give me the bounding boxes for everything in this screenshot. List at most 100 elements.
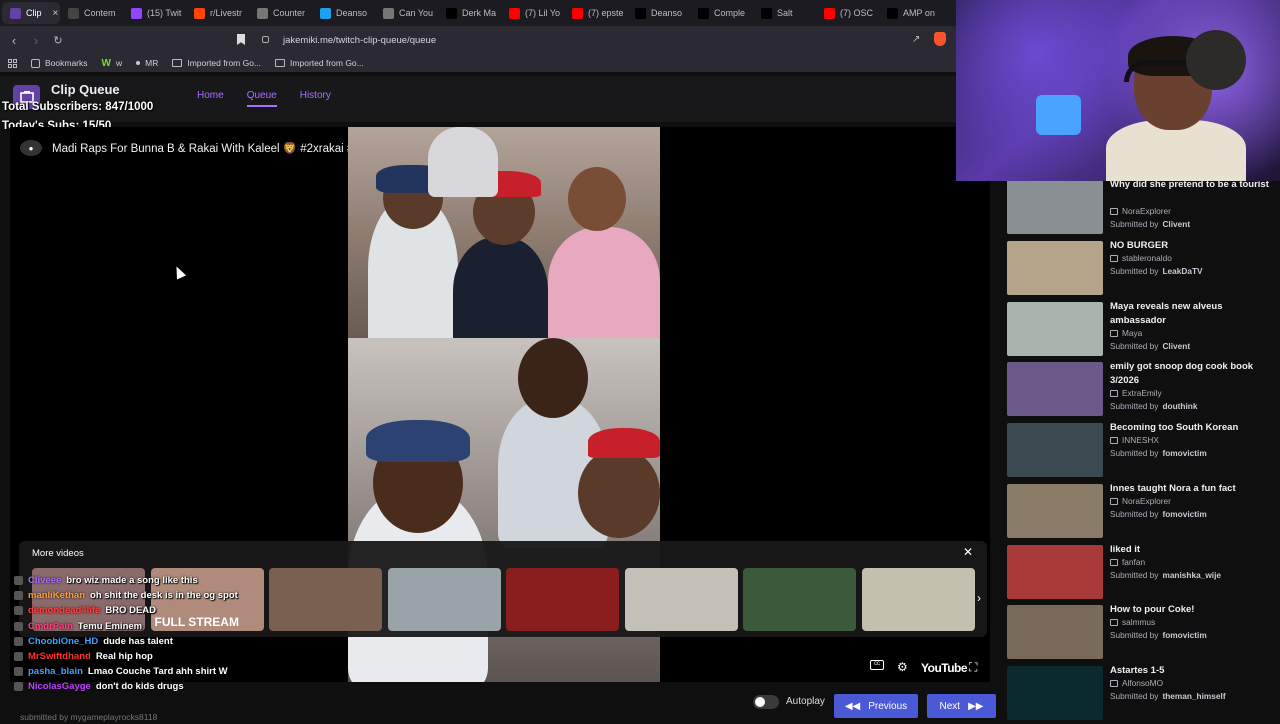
tab-label: r/Livestr — [210, 8, 243, 18]
brave-shield-icon[interactable] — [934, 32, 946, 46]
browser-tab[interactable]: AMP on — [879, 2, 942, 24]
queue-item[interactable]: liked it fanfan Submitted by manishka_wije — [1007, 543, 1277, 603]
bookmark-bookmarks[interactable]: Bookmarks — [31, 58, 88, 68]
more-video-thumbnail[interactable] — [861, 568, 975, 631]
bookmark-folder-1[interactable]: Imported from Go... — [172, 58, 261, 68]
browser-tab[interactable]: Can You — [375, 2, 438, 24]
queue-item[interactable]: Astartes 1-5 AlfonsoMO Submitted by theman_… — [1007, 664, 1277, 724]
url-text: jakemiki.me/twitch-clip-queue/queue — [283, 34, 437, 46]
bookmark-mr[interactable]: MR — [136, 58, 158, 68]
queue-item[interactable]: How to pour Coke! salmmus Submitted by fomo… — [1007, 603, 1277, 663]
reload-icon[interactable]: ↻ — [48, 34, 68, 47]
submitter-name: LeakDaTV — [1162, 266, 1203, 276]
tab-favicon-icon — [131, 7, 142, 19]
browser-tab[interactable]: (7) Lil Yo — [501, 2, 564, 24]
chat-badge-icon — [14, 591, 23, 601]
submitter-name: fomovictim — [1162, 630, 1207, 640]
browser-tab[interactable]: (7) epste — [564, 2, 627, 24]
tab-label: Derk Ma — [462, 8, 497, 18]
close-tab-icon[interactable]: × — [53, 8, 59, 19]
bookmark-label: Imported from Go... — [290, 58, 364, 68]
nav-home[interactable]: Home — [197, 90, 224, 107]
previous-button[interactable]: ◀◀ Previous — [834, 694, 918, 718]
tab-favicon-icon — [257, 7, 268, 19]
total-subscribers-overlay: Total Subscribers: 847/1000 — [2, 101, 154, 113]
queue-thumbnail[interactable] — [1007, 545, 1103, 599]
settings-gear-icon[interactable]: ⚙ — [897, 660, 908, 674]
captions-icon[interactable]: cc — [870, 660, 884, 670]
browser-tab[interactable]: Derk Ma — [438, 2, 501, 24]
queue-thumbnail[interactable] — [1007, 302, 1103, 356]
queue-item-submitter: Submitted by Clivent — [1110, 341, 1190, 351]
queue-item[interactable]: Maya reveals new alveus ambassador Maya Su… — [1007, 300, 1277, 360]
browser-tab[interactable]: Counter — [249, 2, 312, 24]
queue-thumbnail[interactable] — [1007, 362, 1103, 416]
previous-label: Previous — [868, 700, 908, 712]
queue-item-title: Innes taught Nora a fun fact — [1110, 483, 1236, 494]
queue-item[interactable]: NO BURGER stableronaldo Submitted by LeakDa… — [1007, 239, 1277, 299]
browser-tab[interactable]: Salt — [753, 2, 816, 24]
next-button[interactable]: Next ▶▶ — [927, 694, 996, 718]
queue-item-title: NO BURGER — [1110, 240, 1169, 251]
queue-thumbnail[interactable] — [1007, 423, 1103, 477]
browser-tab[interactable]: Contem — [60, 2, 123, 24]
autoplay-label: Autoplay — [786, 696, 825, 707]
youtube-logo[interactable]: YouTube — [921, 661, 968, 675]
queue-thumbnail[interactable] — [1007, 484, 1103, 538]
queue-thumbnail[interactable] — [1007, 666, 1103, 720]
submitter-name: theman_himself — [1162, 691, 1226, 701]
nav-history[interactable]: History — [300, 90, 331, 107]
chevron-right-icon[interactable]: › — [977, 591, 981, 605]
arcade-machine — [1036, 95, 1081, 135]
chat-message: CmdrPain Temu Eminem — [14, 619, 238, 634]
close-icon[interactable]: ✕ — [963, 545, 973, 559]
next-label: Next — [939, 700, 961, 712]
url-field[interactable]: jakemiki.me/twitch-clip-queue/queue — [232, 30, 952, 50]
rewind-icon: ◀◀ — [844, 700, 861, 712]
back-icon[interactable]: ‹ — [4, 33, 24, 48]
more-video-thumbnail[interactable] — [506, 568, 619, 631]
more-video-thumbnail[interactable] — [387, 568, 501, 631]
queue-item-channel: NoraExplorer — [1110, 496, 1171, 506]
share-icon[interactable]: ↗ — [912, 34, 920, 45]
nav-queue[interactable]: Queue — [246, 90, 277, 107]
fullscreen-icon[interactable]: ⛶ — [969, 660, 977, 675]
person-head — [568, 167, 626, 231]
tab-label: Comple — [714, 8, 746, 18]
channel-avatar[interactable]: ● — [20, 140, 42, 156]
site-info-icon[interactable] — [262, 36, 269, 43]
queue-item-submitter: Submitted by fomovictim — [1110, 448, 1207, 458]
bookmark-w[interactable]: Ww — [102, 58, 123, 69]
browser-tab[interactable]: Clip × — [2, 2, 60, 24]
queue-item[interactable]: Why did she pretend to be a tourist NoraE… — [1007, 178, 1277, 238]
autoplay-toggle[interactable] — [753, 695, 779, 709]
queue-item-title: How to pour Coke! — [1110, 604, 1195, 615]
chat-badge-icon — [14, 667, 23, 677]
queue-thumbnail[interactable] — [1007, 241, 1103, 295]
queue-thumbnail[interactable] — [1007, 180, 1103, 234]
browser-tab[interactable]: Deanso — [312, 2, 375, 24]
queue-item[interactable]: Becoming too South Korean INNESHX Submitte… — [1007, 421, 1277, 481]
chat-badge-icon — [14, 606, 23, 616]
browser-tab[interactable]: (15) Twit — [123, 2, 186, 24]
queue-item-channel: AlfonsoMO — [1110, 678, 1163, 688]
bookmark-folder-2[interactable]: Imported from Go... — [275, 58, 364, 68]
queue-item[interactable]: Innes taught Nora a fun fact NoraExplorer… — [1007, 482, 1277, 542]
apps-grid-icon[interactable] — [8, 58, 17, 68]
tab-favicon-icon — [887, 7, 898, 19]
browser-tab[interactable]: (7) OSC — [816, 2, 879, 24]
queue-item[interactable]: emily got snoop dog cook book 3/2026 Extr… — [1007, 360, 1277, 420]
more-video-thumbnail[interactable] — [269, 568, 382, 631]
browser-tab[interactable]: Deanso — [627, 2, 690, 24]
folder-icon — [172, 59, 183, 67]
more-video-thumbnail[interactable] — [743, 568, 856, 631]
channel-name: NoraExplorer — [1122, 496, 1171, 506]
bookmark-label: MR — [145, 58, 159, 68]
browser-tab[interactable]: r/Livestr — [186, 2, 249, 24]
tab-favicon-icon — [383, 7, 394, 19]
forward-icon[interactable]: › — [26, 33, 46, 48]
queue-item-submitter: Submitted by fomovictim — [1110, 509, 1207, 519]
more-video-thumbnail[interactable] — [624, 568, 738, 631]
queue-thumbnail[interactable] — [1007, 605, 1103, 659]
browser-tab[interactable]: Comple — [690, 2, 753, 24]
